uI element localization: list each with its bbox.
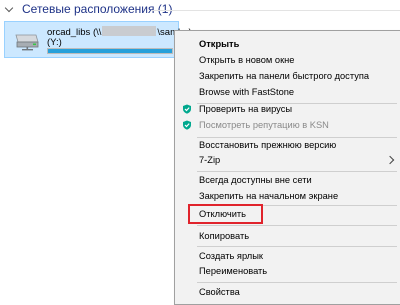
context-menu: Открыть Открыть в новом окне Закрепить н… [174,30,400,305]
menu-separator [197,282,397,283]
menu-item-rename-label: Переименовать [199,266,268,276]
menu-item-7zip[interactable]: 7-Zip [175,152,400,168]
network-drive-item[interactable]: orcad_libs (\\\samba) (Y:) [4,21,192,58]
menu-item-properties[interactable]: Свойства [175,284,400,300]
menu-item-open[interactable]: Открыть [175,36,400,52]
menu-item-open-new-window-label: Открыть в новом окне [199,55,295,65]
menu-item-pin-quick-access[interactable]: Закрепить на панели быстрого доступа [175,68,400,84]
drive-usage-bar [47,48,173,54]
menu-item-scan-viruses-label: Проверить на вирусы [199,104,293,114]
menu-item-pin-start-label: Закрепить на начальном экране [199,191,339,201]
chevron-down-icon[interactable] [4,3,14,13]
menu-item-restore-previous-label: Восстановить прежнюю версию [199,140,337,150]
menu-separator [197,246,397,247]
menu-item-check-reputation: Посмотреть репутацию в KSN [175,117,400,133]
menu-item-copy[interactable]: Копировать [175,228,400,244]
menu-item-open-label: Открыть [199,39,240,49]
menu-item-restore-previous[interactable]: Восстановить прежнюю версию [175,137,400,153]
menu-item-always-offline-label: Всегда доступны вне сети [199,175,312,185]
menu-item-copy-label: Копировать [199,231,250,241]
network-locations-group-header[interactable]: Сетевые расположения (1) [0,0,400,20]
group-title: Сетевые расположения (1) [22,2,173,16]
menu-item-pin-quick-access-label: Закрепить на панели быстрого доступа [199,71,370,81]
menu-item-browse-faststone-label: Browse with FastStone [199,87,295,97]
menu-item-browse-faststone[interactable]: Browse with FastStone [175,84,400,100]
kaspersky-shield-icon [183,104,191,114]
menu-item-always-offline[interactable]: Всегда доступны вне сети [175,172,400,188]
disconnect-highlight-box [188,204,263,224]
menu-item-7zip-label: 7-Zip [199,155,221,165]
drive-letter: (Y:) [47,37,62,48]
drive-name: orcad_libs (\\\samba) [47,26,192,38]
menu-item-open-new-window[interactable]: Открыть в новом окне [175,52,400,68]
menu-separator [197,225,397,226]
menu-item-create-shortcut[interactable]: Создать ярлык [175,248,400,264]
drive-usage-fill [48,49,172,53]
menu-item-create-shortcut-label: Создать ярлык [199,251,263,261]
submenu-arrow-icon [385,155,395,165]
kaspersky-shield-icon [183,120,191,130]
network-drive-icon [15,34,39,51]
menu-item-rename[interactable]: Переименовать [175,263,400,279]
menu-item-scan-viruses[interactable]: Проверить на вирусы [175,101,400,117]
menu-item-check-reputation-label: Посмотреть репутацию в KSN [199,120,329,130]
menu-item-properties-label: Свойства [199,287,240,297]
menu-item-pin-start[interactable]: Закрепить на начальном экране [175,188,400,204]
group-divider [152,10,400,11]
redacted-server-name [102,26,157,36]
